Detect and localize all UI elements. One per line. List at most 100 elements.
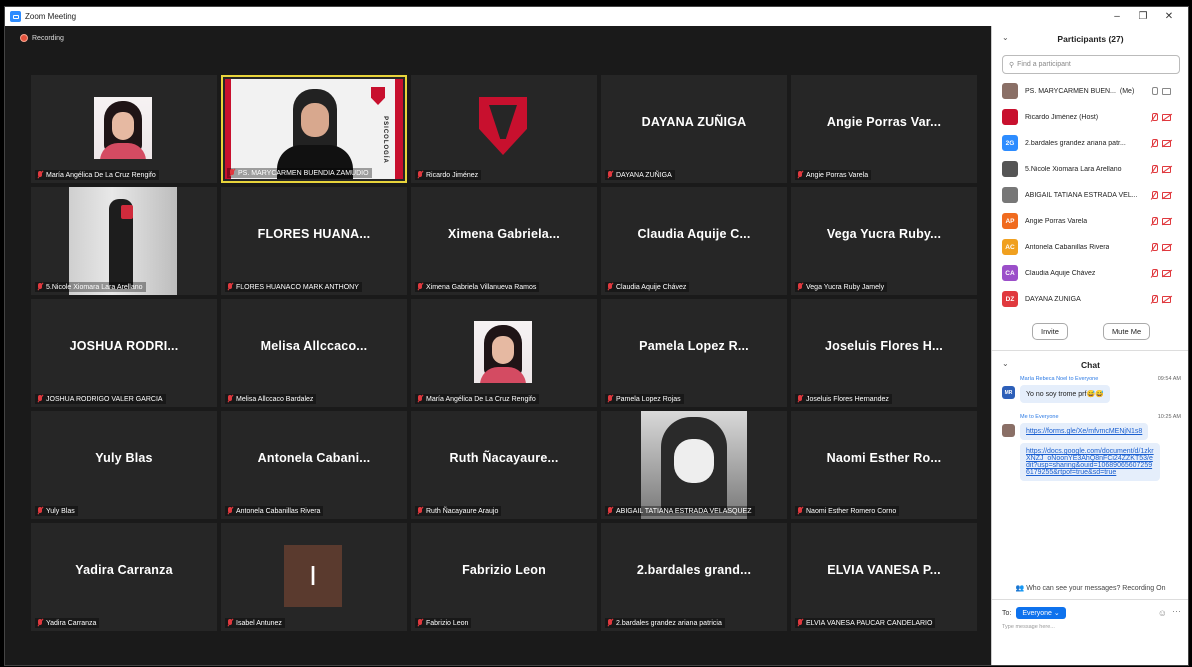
participant-video-tile[interactable]: ELVIA VANESA P... ELVIA VANESA PAUCAR CAN… (791, 523, 977, 631)
participant-name-label: Fabrizio Leon (415, 618, 472, 628)
participant-row[interactable]: 2G 2.bardales grandez ariana patr... (992, 130, 1188, 156)
participant-photo (474, 321, 532, 383)
participant-video-tile[interactable]: Antonela Cabani... Antonela Cabanillas Ri… (221, 411, 407, 519)
muted-mic-icon[interactable] (1150, 268, 1158, 278)
muted-mic-icon[interactable] (1150, 294, 1158, 304)
invite-button[interactable]: Invite (1032, 323, 1068, 340)
participant-display-name: Melisa Allccaco... (260, 339, 368, 353)
participant-video-tile[interactable]: María Angélica De La Cruz Rengifo (31, 75, 217, 183)
docs-link[interactable]: https://docs.google.com/document/d/1zkrX… (1026, 448, 1154, 476)
participant-video-tile[interactable]: Yuly Blas Yuly Blas (31, 411, 217, 519)
muted-mic-icon[interactable] (1150, 242, 1158, 252)
participant-name-label: Isabel Antunez (225, 618, 285, 628)
chat-message-input[interactable]: Type message here... (1002, 624, 1188, 630)
close-button[interactable]: ✕ (1156, 11, 1182, 22)
participant-row[interactable]: 5.Nicole Xiomara Lara Arellano (992, 156, 1188, 182)
participant-video-tile[interactable]: JOSHUA RODRI... JOSHUA RODRIGO VALER GARC… (31, 299, 217, 407)
participant-video-tile[interactable]: DAYANA ZUÑIGA DAYANA ZUÑIGA (601, 75, 787, 183)
participant-video-tile[interactable]: Ximena Gabriela... Ximena Gabriela Villan… (411, 187, 597, 295)
video-icon[interactable] (1162, 87, 1171, 95)
message-bubble: https://forms.gle/Xe/mfvmcMENjN1s8 (1020, 423, 1149, 440)
participant-display-name: JOSHUA RODRI... (69, 339, 179, 353)
participant-name-label: Ruth Ñacayaure Araujo (415, 506, 502, 516)
message-bubble: Yo no soy trome prf😅😅 (1020, 385, 1110, 403)
collapse-chat-chevron-icon[interactable]: ⌄ (1002, 359, 1009, 368)
muted-mic-icon[interactable] (1150, 164, 1158, 174)
participant-video-tile[interactable]: 5.Nicole Xiomara Lara Arellano (31, 187, 217, 295)
muted-mic-icon[interactable] (1150, 138, 1158, 148)
mute-me-button[interactable]: Mute Me (1102, 323, 1151, 340)
participant-name-label: 2.bardales grandez ariana patricia (605, 618, 725, 628)
recipient-label: to Everyone (1068, 376, 1099, 382)
participant-video-tile[interactable]: María Angélica De La Cruz Rengifo (411, 299, 597, 407)
video-off-icon[interactable] (1162, 269, 1171, 277)
participant-video-tile[interactable]: PSICOLOGÍA PS. MARYCARMEN BUENDIA ZAMUDIO (221, 75, 407, 183)
participant-row[interactable]: AP Angie Porras Varela (992, 208, 1188, 234)
recording-indicator[interactable]: Recording (20, 34, 64, 42)
recipient-dropdown[interactable]: Everyone ⌄ (1016, 607, 1066, 619)
video-off-icon[interactable] (1162, 139, 1171, 147)
muted-mic-icon[interactable] (1150, 216, 1158, 226)
message-bubble: https://docs.google.com/document/d/1zkrX… (1020, 443, 1160, 481)
participant-name-label: Melisa Allccaco Bardalez (225, 394, 317, 404)
participant-video-tile[interactable]: Yadira Carranza Yadira Carranza (31, 523, 217, 631)
participant-name: Yadira Carranza (46, 619, 97, 627)
more-options-icon[interactable]: ⋯ (1172, 606, 1181, 617)
participant-video-tile[interactable]: Naomi Esther Ro... Naomi Esther Romero Co… (791, 411, 977, 519)
participant-row[interactable]: AC Antonela Cabanillas Rivera (992, 234, 1188, 260)
video-off-icon[interactable] (1162, 295, 1171, 303)
muted-mic-icon[interactable] (1150, 190, 1158, 200)
participant-video-tile[interactable]: Melisa Allccaco... Melisa Allccaco Bardal… (221, 299, 407, 407)
participant-list: PS. MARYCARMEN BUEN... (Me) Ricardo Jiméne… (992, 78, 1188, 312)
participant-search-input[interactable]: ⚲ Find a participant (1002, 55, 1180, 74)
muted-mic-icon (417, 507, 423, 515)
participant-video-tile[interactable]: Pamela Lopez R... Pamela Lopez Rojas (601, 299, 787, 407)
participant-row[interactable]: Ricardo Jiménez (Host) (992, 104, 1188, 130)
video-off-icon[interactable] (1162, 165, 1171, 173)
muted-mic-icon[interactable] (1150, 112, 1158, 122)
zoom-app-icon (10, 11, 21, 22)
me-tag: (Me) (1119, 87, 1135, 95)
participant-row[interactable]: PS. MARYCARMEN BUEN... (Me) (992, 78, 1188, 104)
participant-video-tile[interactable]: Vega Yucra Ruby... Vega Yucra Ruby Jamely (791, 187, 977, 295)
participant-row[interactable]: CA Claudia Aquije Chávez (992, 260, 1188, 286)
video-off-icon[interactable] (1162, 191, 1171, 199)
participant-video-tile[interactable]: Claudia Aquije C... Claudia Aquije Chávez (601, 187, 787, 295)
participant-name: Pamela Lopez Rojas (616, 395, 681, 403)
video-off-icon[interactable] (1162, 243, 1171, 251)
participant-name: Angie Porras Varela (806, 171, 869, 179)
participant-video-tile[interactable]: I Isabel Antunez (221, 523, 407, 631)
participant-video-tile[interactable]: Angie Porras Var... Angie Porras Varela (791, 75, 977, 183)
collapse-participants-chevron-icon[interactable]: ⌄ (1002, 33, 1009, 42)
participant-display-name: Ximena Gabriela... (448, 227, 560, 241)
minimize-button[interactable]: – (1104, 11, 1130, 22)
muted-mic-icon (607, 283, 613, 291)
muted-mic-icon (37, 619, 43, 627)
participant-video-tile[interactable]: FLORES HUANA... FLORES HUANACO MARK ANTHO… (221, 187, 407, 295)
to-label: To: (1002, 609, 1012, 617)
participant-video-tile[interactable]: Ricardo Jiménez (411, 75, 597, 183)
participant-display-name: Fabrizio Leon (462, 563, 546, 577)
mic-icon[interactable] (1150, 86, 1158, 96)
participant-video-tile[interactable]: Ruth Ñacayaure... Ruth Ñacayaure Araujo (411, 411, 597, 519)
muted-mic-icon (417, 283, 423, 291)
participant-name: Ricardo Jiménez (426, 171, 479, 179)
message-visibility-note[interactable]: 👥 Who can see your messages? Recording O… (992, 584, 1188, 592)
video-off-icon[interactable] (1162, 113, 1171, 121)
chat-panel: ⌄ Chat MR María Rebeca Noel to Everyone 0… (992, 352, 1188, 481)
maximize-button[interactable]: ❐ (1130, 11, 1156, 22)
participant-display-name: Angie Porras Var... (826, 115, 942, 129)
participant-name-label: DAYANA ZUÑIGA (605, 170, 675, 180)
participant-video-tile[interactable]: ABIGAIL TATIANA ESTRADA VELASQUEZ (601, 411, 787, 519)
forms-link[interactable]: https://forms.gle/Xe/mfvmcMENjN1s8 (1026, 428, 1142, 435)
sender-name[interactable]: María Rebeca Noel (1020, 376, 1067, 382)
participant-list-name: PS. MARYCARMEN BUEN... (1025, 87, 1116, 95)
participant-video-tile[interactable]: 2.bardales grand... 2.bardales grandez ar… (601, 523, 787, 631)
emoji-icon[interactable]: ☺ (1158, 608, 1167, 618)
side-panel: ⌄ Participants (27) ⚲ Find a participant… (991, 26, 1188, 665)
participant-video-tile[interactable]: Fabrizio Leon Fabrizio Leon (411, 523, 597, 631)
video-off-icon[interactable] (1162, 217, 1171, 225)
participant-row[interactable]: DZ DAYANA ZUÑIGA (992, 286, 1188, 312)
participant-video-tile[interactable]: Joseluis Flores H... Joseluis Flores Hern… (791, 299, 977, 407)
participant-row[interactable]: ABIGAIL TATIANA ESTRADA VEL... (992, 182, 1188, 208)
